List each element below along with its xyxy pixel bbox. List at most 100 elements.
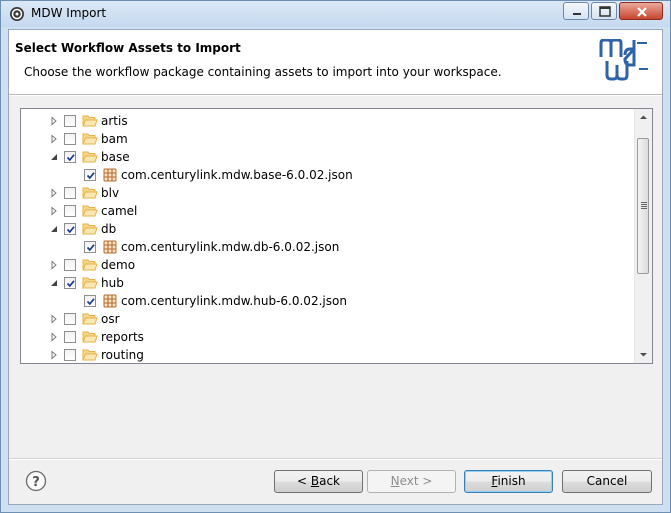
folder-icon [82, 277, 98, 289]
tree-checkbox[interactable] [84, 241, 96, 253]
tree-folder-row[interactable]: artis [21, 112, 631, 130]
checkmark-icon [86, 244, 95, 252]
collapsed-arrow-icon[interactable] [49, 350, 59, 360]
folder-icon [82, 151, 98, 163]
tree-item-label: artis [101, 114, 128, 128]
tree-item-label: camel [101, 204, 138, 218]
tree-folder-row[interactable]: routing [21, 346, 631, 363]
tree-checkbox[interactable] [64, 223, 76, 235]
vertical-scrollbar[interactable] [634, 109, 652, 363]
svg-text:?: ? [32, 475, 40, 490]
tree-folder-row[interactable]: bam [21, 130, 631, 148]
header-separator [9, 95, 662, 96]
collapsed-arrow-icon[interactable] [49, 116, 59, 126]
tree-item-label: com.centurylink.mdw.hub-6.0.02.json [121, 294, 347, 308]
asset-tree[interactable]: routing reports osr com.centurylink.mdw.hub… [20, 108, 653, 364]
finish-button[interactable]: Finish [464, 470, 553, 493]
collapsed-arrow-icon[interactable] [49, 314, 59, 324]
tree-folder-row[interactable]: blv [21, 184, 631, 202]
page-title: Select Workflow Assets to Import [15, 41, 241, 55]
tree-folder-row[interactable]: reports [21, 328, 631, 346]
tree-checkbox[interactable] [64, 277, 76, 289]
tree-checkbox[interactable] [64, 115, 76, 127]
title-bar[interactable]: MDW Import [1, 1, 670, 27]
tree-checkbox[interactable] [64, 349, 76, 361]
tree-folder-row[interactable]: base [21, 148, 631, 166]
close-icon [637, 7, 647, 17]
tree-package-row[interactable]: com.centurylink.mdw.base-6.0.02.json [21, 166, 631, 184]
tree-item-label: db [101, 222, 117, 236]
back-button[interactable]: < Back [274, 470, 363, 493]
mdw-logo [599, 39, 648, 81]
dialog-window: MDW Import Select Workflow Assets to Imp… [0, 0, 671, 513]
collapsed-arrow-icon[interactable] [49, 332, 59, 342]
scrollbar-thumb[interactable] [637, 138, 649, 274]
tree-item-label: routing [101, 348, 144, 362]
window-title: MDW Import [31, 6, 107, 20]
checkmark-icon [66, 280, 75, 288]
tree-item-label: com.centurylink.mdw.base-6.0.02.json [121, 168, 353, 182]
folder-icon [82, 349, 98, 361]
tree-item-label: hub [101, 276, 124, 290]
folder-icon [82, 259, 98, 271]
tree-checkbox[interactable] [64, 313, 76, 325]
tree-item-label: blv [101, 186, 120, 200]
tree-checkbox[interactable] [84, 295, 96, 307]
tree-folder-row[interactable]: db [21, 220, 631, 238]
collapsed-arrow-icon[interactable] [49, 260, 59, 270]
checkmark-icon [66, 226, 75, 234]
folder-icon [82, 313, 98, 325]
expanded-arrow-icon[interactable] [49, 152, 59, 162]
folder-icon [82, 331, 98, 343]
folder-icon [82, 187, 98, 199]
collapsed-arrow-icon[interactable] [49, 134, 59, 144]
app-icon [10, 7, 24, 21]
maximize-button[interactable] [591, 2, 617, 20]
tree-package-row[interactable]: com.centurylink.mdw.hub-6.0.02.json [21, 292, 631, 310]
minimize-icon [573, 13, 581, 15]
next-button[interactable]: Next > [367, 470, 456, 493]
checkmark-icon [86, 172, 95, 180]
tree-checkbox[interactable] [64, 187, 76, 199]
tree-package-row[interactable]: com.centurylink.mdw.db-6.0.02.json [21, 238, 631, 256]
cancel-button[interactable]: Cancel [562, 470, 652, 493]
maximize-icon [599, 6, 611, 17]
wizard-header: Select Workflow Assets to Import Choose … [9, 30, 662, 95]
tree-checkbox[interactable] [64, 331, 76, 343]
scroll-up-icon[interactable] [635, 109, 652, 126]
tree-folder-row[interactable]: demo [21, 256, 631, 274]
tree-item-label: base [101, 150, 130, 164]
minimize-button[interactable] [563, 2, 589, 20]
tree-checkbox[interactable] [64, 205, 76, 217]
tree-item-label: demo [101, 258, 136, 272]
expanded-arrow-icon[interactable] [49, 224, 59, 234]
tree-checkbox[interactable] [64, 259, 76, 271]
tree-item-label: reports [101, 330, 144, 344]
tree-item-label: com.centurylink.mdw.db-6.0.02.json [121, 240, 340, 254]
package-icon [103, 294, 117, 308]
tree-checkbox[interactable] [64, 133, 76, 145]
tree-folder-row[interactable]: hub [21, 274, 631, 292]
close-button[interactable] [619, 2, 663, 20]
folder-icon [82, 223, 98, 235]
folder-icon [82, 205, 98, 217]
expanded-arrow-icon[interactable] [49, 278, 59, 288]
tree-item-label: osr [101, 312, 120, 326]
collapsed-arrow-icon[interactable] [49, 206, 59, 216]
checkmark-icon [86, 298, 95, 306]
checkmark-icon [66, 154, 75, 162]
collapsed-arrow-icon[interactable] [49, 188, 59, 198]
tree-folder-row[interactable]: osr [21, 310, 631, 328]
dialog-client-area: Select Workflow Assets to Import Choose … [8, 29, 663, 505]
package-icon [103, 168, 117, 182]
tree-folder-row[interactable]: camel [21, 202, 631, 220]
tree-item-label: bam [101, 132, 128, 146]
tree-checkbox[interactable] [64, 151, 76, 163]
folder-icon [82, 133, 98, 145]
help-icon[interactable]: ? [25, 470, 47, 492]
tree-checkbox[interactable] [84, 169, 96, 181]
page-description: Choose the workflow package containing a… [24, 65, 502, 79]
scroll-down-icon[interactable] [635, 346, 652, 363]
package-icon [103, 240, 117, 254]
folder-icon [82, 115, 98, 127]
